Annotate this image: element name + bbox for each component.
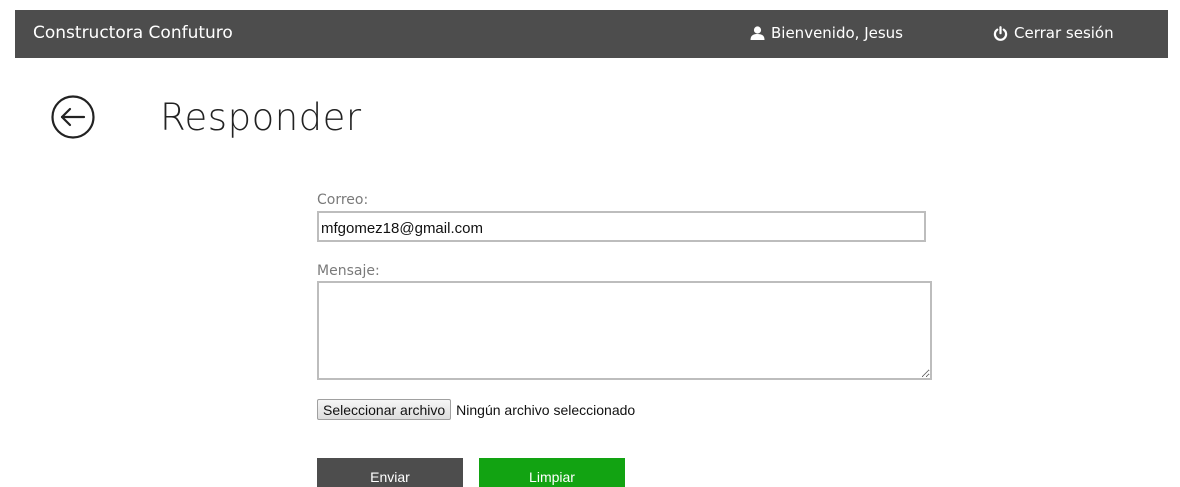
logout-label: Cerrar sesión: [1014, 24, 1114, 42]
power-icon: [993, 25, 1008, 41]
email-label: Correo:: [317, 192, 369, 208]
page-title: Responder: [160, 96, 362, 139]
top-navbar: Constructora Confuturo Bienvenido, Jesus…: [15, 10, 1168, 58]
email-field[interactable]: [317, 211, 926, 242]
message-textarea[interactable]: [317, 281, 932, 380]
welcome-user-link[interactable]: Bienvenido, Jesus: [750, 24, 903, 42]
file-upload: Seleccionar archivo Ningún archivo selec…: [317, 399, 635, 420]
user-icon: [750, 26, 765, 40]
select-file-button[interactable]: Seleccionar archivo: [317, 399, 452, 420]
message-label: Mensaje:: [317, 263, 380, 279]
send-button[interactable]: Enviar: [317, 458, 463, 487]
welcome-label: Bienvenido, Jesus: [771, 24, 903, 42]
file-status-text: Ningún archivo seleccionado: [456, 401, 636, 418]
back-button[interactable]: [50, 94, 96, 140]
back-arrow-circle-icon: [50, 95, 96, 144]
clear-button[interactable]: Limpiar: [479, 458, 625, 487]
logout-button[interactable]: Cerrar sesión: [993, 24, 1114, 42]
brand-name[interactable]: Constructora Confuturo: [33, 23, 233, 43]
page: Constructora Confuturo Bienvenido, Jesus…: [0, 0, 1180, 487]
